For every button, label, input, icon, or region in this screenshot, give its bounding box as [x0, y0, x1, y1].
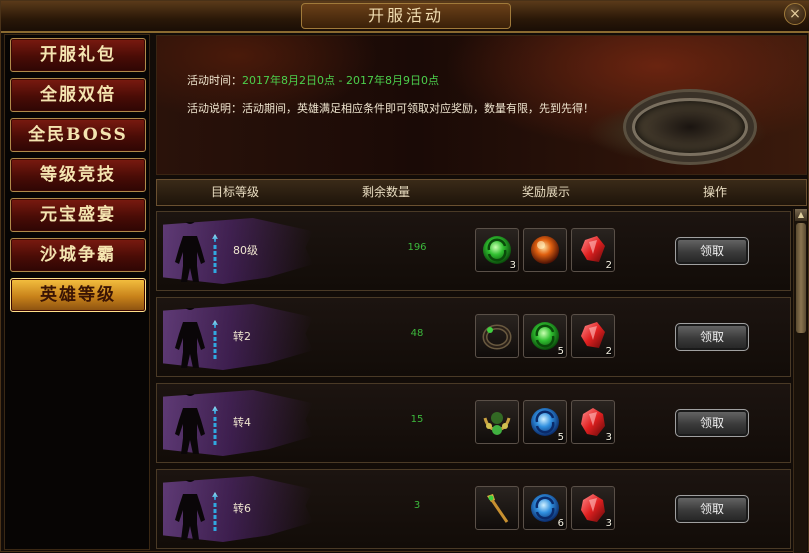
target-level: 转6: [233, 502, 251, 515]
target-level: 80级: [233, 244, 258, 257]
reward-slot[interactable]: [523, 228, 567, 272]
sidebar-item-opening-gift[interactable]: 开服礼包: [10, 38, 146, 72]
table-header: 目标等级 剩余数量 奖励展示 操作: [156, 179, 807, 206]
event-desc-label: 活动说明：: [187, 102, 242, 115]
close-button[interactable]: ×: [784, 3, 806, 25]
scrollbar[interactable]: ▲: [793, 209, 807, 553]
reward-count: 2: [605, 260, 612, 271]
table-row: 转2 48 5 2 领取: [156, 297, 791, 377]
sidebar-item-hero-level[interactable]: 英雄等级: [10, 278, 146, 312]
sidebar: 开服礼包 全服双倍 全民BOSS 等级竞技 元宝盛宴 沙城争霸 英雄等级: [4, 34, 150, 550]
sidebar-item-server-double[interactable]: 全服双倍: [10, 78, 146, 112]
event-desc-row: 活动说明：活动期间，英雄满足相应条件即可领取对应奖励，数量有限，先到先得！: [187, 100, 602, 117]
table-row: 转4 15 5 3 领取: [156, 383, 791, 463]
reward-count: 3: [605, 432, 612, 443]
necklace-icon: [483, 412, 511, 435]
sidebar-item-castle-war[interactable]: 沙城争霸: [10, 238, 146, 272]
scroll-up-arrow-icon[interactable]: ▲: [795, 209, 807, 221]
reward-count: 3: [509, 260, 516, 271]
event-time-label: 活动时间：: [187, 74, 242, 87]
header-remaining: 剩余数量: [361, 185, 411, 199]
event-desc-value: 活动期间，英雄满足相应条件即可领取对应奖励，数量有限，先到先得！: [242, 102, 594, 115]
claim-button[interactable]: 领取: [675, 495, 749, 523]
reward-slot[interactable]: [475, 400, 519, 444]
reward-count: 6: [557, 518, 564, 529]
table-row: 转6 3 6 3 领取: [156, 469, 791, 549]
header-rewards: 奖励展示: [521, 185, 571, 199]
level-up-arrow-icon: [212, 234, 218, 273]
remaining-count: 15: [410, 414, 424, 425]
title-bar: 开服活动 ×: [1, 1, 809, 33]
event-time-row: 活动时间：2017年8月2日0点 - 2017年8月9日0点: [187, 72, 439, 88]
hero-silhouette-icon: [175, 394, 205, 454]
reward-slot[interactable]: [475, 486, 519, 530]
reward-count: 3: [605, 518, 612, 529]
event-banner: 活动时间：2017年8月2日0点 - 2017年8月9日0点 活动说明：活动期间…: [156, 35, 807, 175]
sidebar-item-world-boss[interactable]: 全民BOSS: [10, 118, 146, 152]
reward-count: 2: [605, 346, 612, 357]
ring-icon: [482, 324, 512, 350]
table-row: 80级 196 3 2 领取: [156, 211, 791, 291]
event-window: 开服活动 × 开服礼包 全服双倍 全民BOSS 等级竞技 元宝盛宴 沙城争霸 英…: [0, 0, 809, 553]
hero-silhouette-icon: [175, 480, 205, 540]
claim-button[interactable]: 领取: [675, 323, 749, 351]
reward-slot[interactable]: 5: [523, 400, 567, 444]
claim-button[interactable]: 领取: [675, 237, 749, 265]
reward-count: 5: [557, 346, 564, 357]
sidebar-item-ingot-feast[interactable]: 元宝盛宴: [10, 198, 146, 232]
header-target-level: 目标等级: [210, 185, 260, 199]
header-action: 操作: [702, 185, 728, 199]
scroll-thumb[interactable]: [796, 223, 806, 333]
sidebar-item-level-race[interactable]: 等级竞技: [10, 158, 146, 192]
level-up-arrow-icon: [212, 492, 218, 531]
reward-count: 5: [557, 432, 564, 443]
portal-illustration: [632, 98, 748, 156]
remaining-count: 196: [407, 242, 427, 253]
reward-slot[interactable]: 6: [523, 486, 567, 530]
level-up-arrow-icon: [212, 320, 218, 359]
reward-slot[interactable]: 3: [475, 228, 519, 272]
window-title: 开服活动: [301, 3, 511, 29]
reward-slot[interactable]: 2: [571, 228, 615, 272]
reward-slot[interactable]: 5: [523, 314, 567, 358]
remaining-count: 3: [413, 500, 421, 511]
reward-slot[interactable]: 3: [571, 400, 615, 444]
hero-silhouette-icon: [175, 222, 205, 282]
claim-button[interactable]: 领取: [675, 409, 749, 437]
target-level: 转4: [233, 416, 251, 429]
reward-slot[interactable]: 3: [571, 486, 615, 530]
remaining-count: 48: [410, 328, 424, 339]
level-up-arrow-icon: [212, 406, 218, 445]
reward-slot[interactable]: [475, 314, 519, 358]
scepter-icon: [487, 494, 509, 523]
reward-slot[interactable]: 2: [571, 314, 615, 358]
hero-silhouette-icon: [175, 308, 205, 368]
fire-orb-icon: [531, 236, 559, 264]
event-time-value: 2017年8月2日0点 - 2017年8月9日0点: [242, 74, 439, 87]
target-level: 转2: [233, 330, 251, 343]
